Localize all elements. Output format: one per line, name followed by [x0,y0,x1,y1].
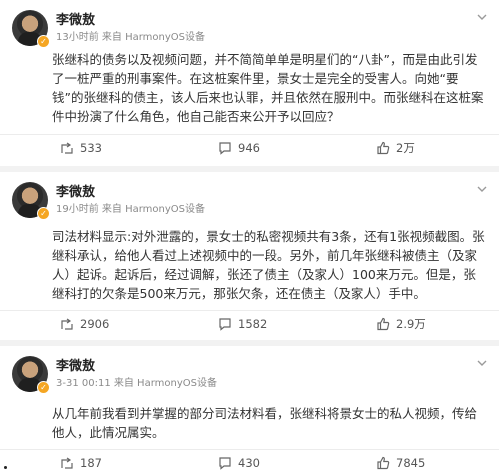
post-actions: 187 430 7845 [0,449,499,472]
post-meta: 3-31 00:11 来自 HarmonyOS设备 [56,378,217,389]
comment-count: 430 [238,456,260,470]
repost-button[interactable]: 533 [60,139,102,157]
like-count: 2万 [396,141,415,155]
like-icon [377,141,390,155]
like-button[interactable]: 7845 [376,454,425,472]
repost-count: 2906 [80,317,110,331]
post-text: 司法材料显示:对外泄露的，景女士的私密视频共有3条，还有1张视频截图。张继科承认… [52,229,485,301]
chevron-down-icon[interactable] [475,356,489,370]
comment-button[interactable]: 946 [218,139,260,157]
weibo-post: ✓ 李微敖 19小时前 来自 HarmonyOS设备 司法材料显示:对外泄露的，… [0,172,499,340]
author-name[interactable]: 李微敖 [56,181,95,200]
post-meta: 13小时前 来自 HarmonyOS设备 [56,32,205,43]
author-name[interactable]: 李微敖 [56,355,95,374]
verified-badge-icon: ✓ [37,207,50,220]
comment-icon [219,142,231,155]
post-meta: 19小时前 来自 HarmonyOS设备 [56,204,205,215]
verified-badge-icon: ✓ [37,35,50,48]
bullet-dot [4,466,7,469]
chevron-down-icon[interactable] [475,182,489,196]
repost-count: 533 [80,141,102,155]
like-count: 7845 [396,456,426,470]
chevron-down-icon[interactable] [475,10,489,24]
comment-count: 1582 [238,317,268,331]
repost-icon [61,457,73,469]
comment-button[interactable]: 1582 [218,315,267,333]
comment-button[interactable]: 430 [218,454,260,472]
like-button[interactable]: 2万 [376,139,415,157]
post-actions: 2906 1582 2.9万 [0,310,499,333]
comment-icon [219,457,231,470]
repost-button[interactable]: 187 [60,454,102,472]
repost-count: 187 [80,456,102,470]
like-count: 2.9万 [396,317,426,331]
repost-icon [61,318,73,330]
comment-icon [219,318,231,331]
like-button[interactable]: 2.9万 [376,315,426,333]
repost-button[interactable]: 2906 [60,315,109,333]
post-text: 从几年前我看到并掌握的部分司法材料看，张继科将景女士的私人视频，传给他人，此情况… [52,406,478,440]
post-text: 张继科的债务以及视频问题，并不简简单单是明星们的“八卦”，而是由此引发了一桩严重… [52,52,484,124]
weibo-post: ✓ 李微敖 3-31 00:11 来自 HarmonyOS设备 从几年前我看到并… [0,346,499,475]
post-actions: 533 946 2万 [0,134,499,157]
weibo-post: ✓ 李微敖 13小时前 来自 HarmonyOS设备 张继科的债务以及视频问题，… [0,0,499,166]
repost-icon [61,142,73,154]
comment-count: 946 [238,141,260,155]
like-icon [377,317,390,331]
like-icon [377,456,390,470]
verified-badge-icon: ✓ [37,381,50,394]
author-name[interactable]: 李微敖 [56,9,95,28]
